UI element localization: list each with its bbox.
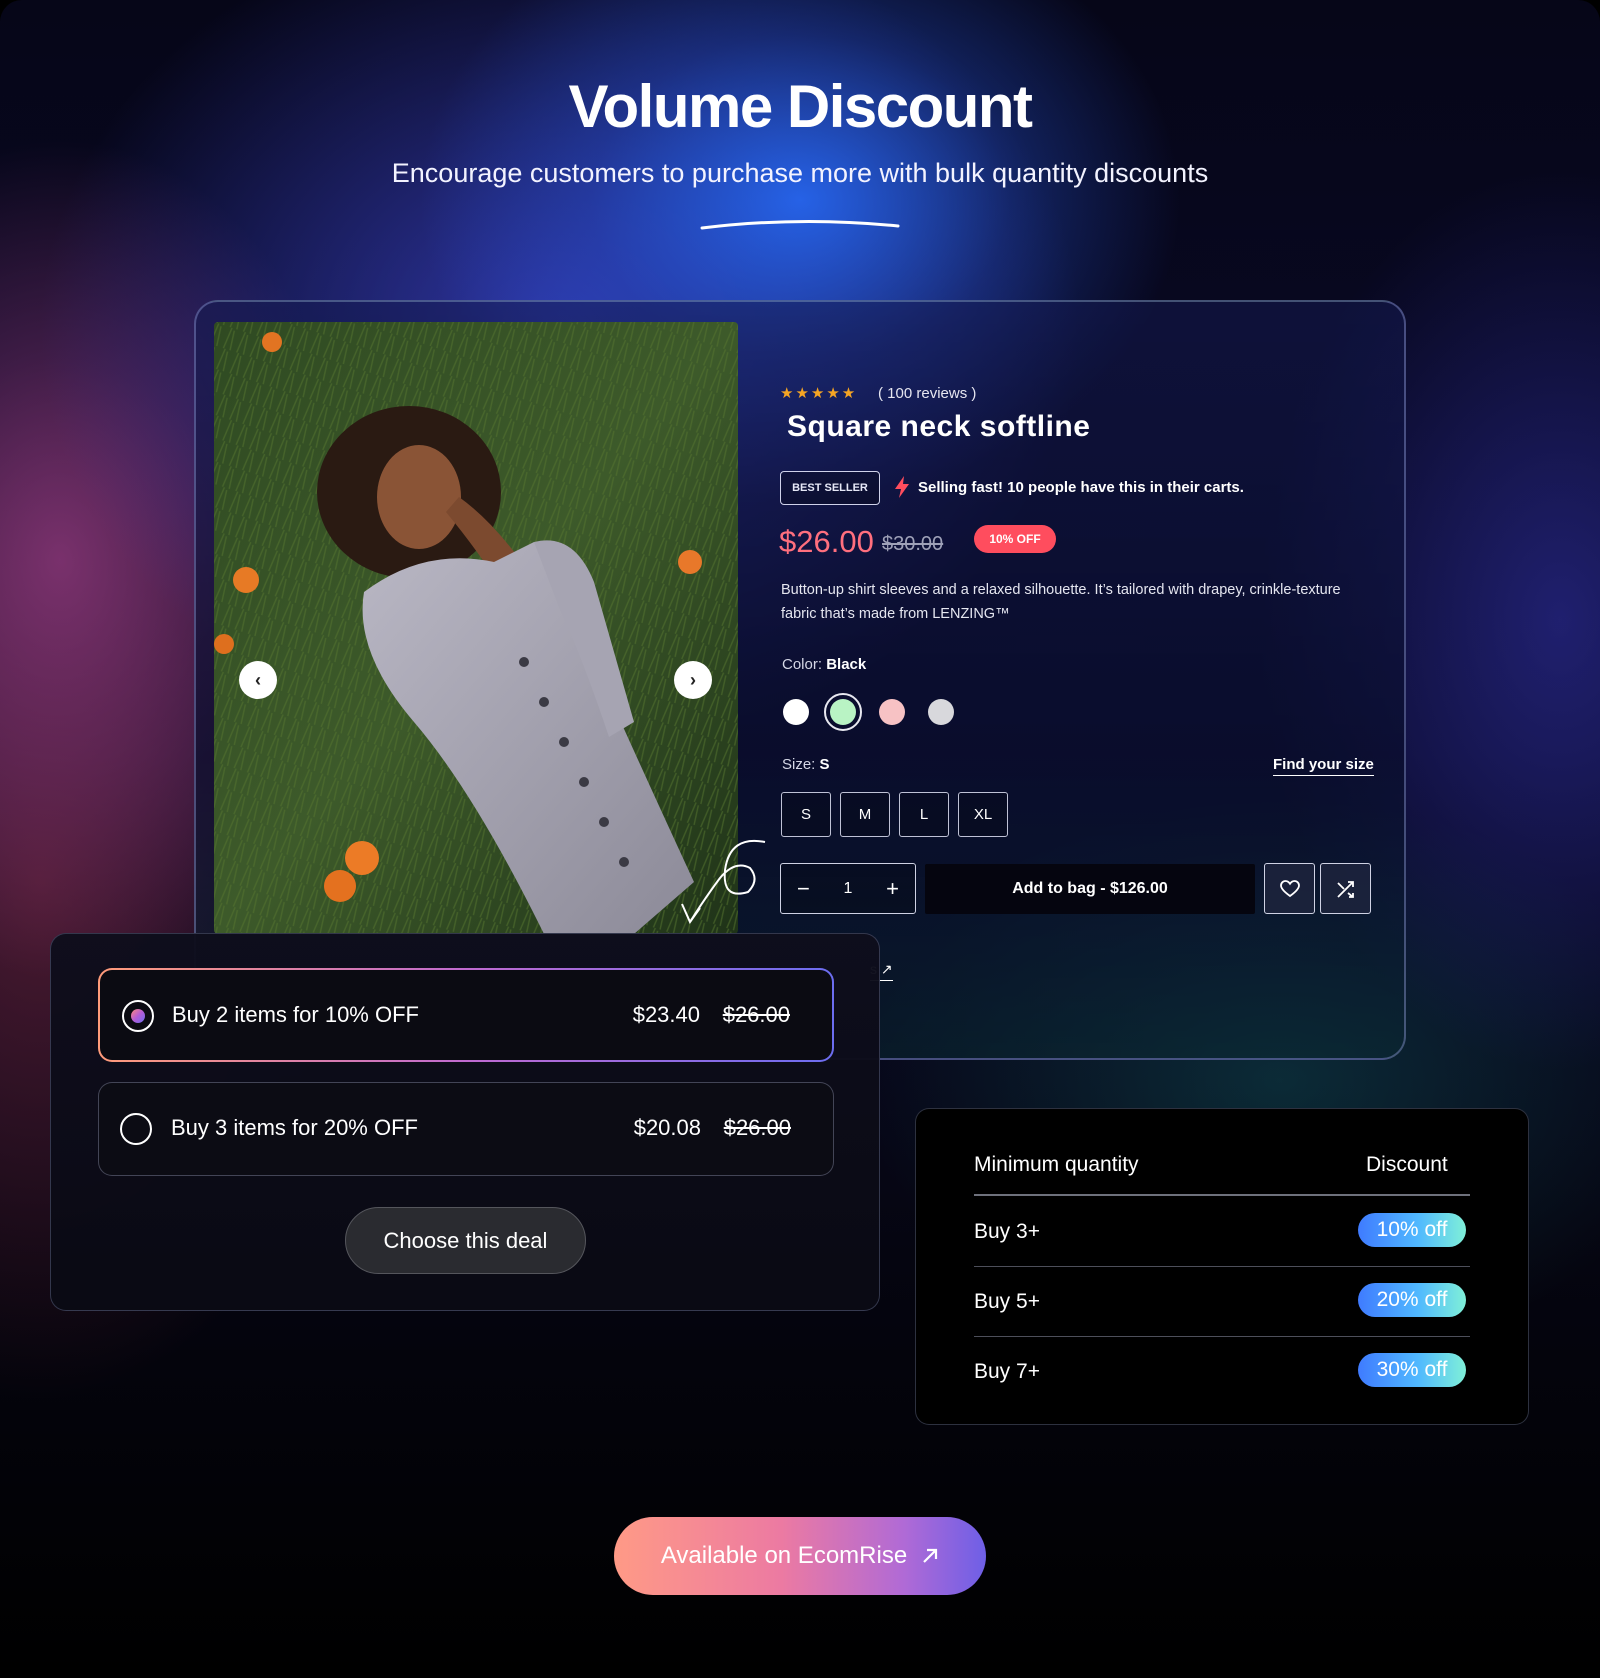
- quantity-value[interactable]: 1: [844, 880, 853, 898]
- lightning-icon: [895, 476, 909, 498]
- quantity-decrease-button[interactable]: −: [797, 876, 810, 902]
- deal-old-price: $26.00: [722, 1002, 790, 1027]
- table-divider: [974, 1336, 1470, 1337]
- table-divider: [974, 1266, 1470, 1267]
- compare-button[interactable]: [1320, 863, 1371, 914]
- product-old-price: $30.00: [882, 533, 944, 555]
- table-row-qty: Buy 5+: [974, 1290, 1040, 1313]
- deal-old-price: $26.00: [723, 1115, 791, 1140]
- title-underline-decoration: [700, 219, 900, 230]
- color-value: Black: [826, 656, 867, 673]
- product-price: $26.00: [779, 524, 874, 559]
- size-option-l[interactable]: L: [899, 792, 949, 837]
- quantity-stepper: − 1 +: [780, 863, 916, 914]
- best-seller-badge: BEST SELLER: [780, 471, 880, 505]
- prev-image-button[interactable]: ‹: [239, 661, 277, 699]
- column-header-quantity: Minimum quantity: [974, 1153, 1139, 1176]
- table-divider: [974, 1194, 1470, 1196]
- discount-pill: 20% off: [1358, 1283, 1466, 1317]
- size-value: S: [819, 756, 830, 773]
- swatch-grey[interactable]: [928, 699, 954, 725]
- shuffle-icon: [1336, 880, 1354, 898]
- arrow-up-right-icon: [923, 1548, 938, 1563]
- choose-deal-button[interactable]: Choose this deal: [345, 1207, 586, 1274]
- table-row-qty: Buy 3+: [974, 1220, 1040, 1243]
- color-label-text: Color:: [782, 656, 823, 673]
- swatch-mint[interactable]: [830, 699, 856, 725]
- table-row-qty: Buy 7+: [974, 1360, 1040, 1383]
- deal-option-2[interactable]: Buy 3 items for 20% OFF $20.08 $26.00: [98, 1082, 834, 1176]
- size-option-m[interactable]: M: [840, 792, 890, 837]
- wishlist-button[interactable]: [1264, 863, 1315, 914]
- discount-badge: 10% OFF: [974, 525, 1056, 553]
- radio-selected[interactable]: [122, 1000, 154, 1032]
- swatch-pink[interactable]: [879, 699, 905, 725]
- product-description: Button-up shirt sleeves and a relaxed si…: [781, 582, 1341, 622]
- radio-dot: [131, 1009, 145, 1023]
- deal-option-1[interactable]: Buy 2 items for 10% OFF $23.40 $26.00: [98, 968, 834, 1062]
- deal-label: Buy 3 items for 20% OFF: [171, 1115, 418, 1140]
- page-title: Volume Discount: [568, 73, 1033, 140]
- column-header-discount: Discount: [1366, 1153, 1448, 1176]
- product-title: Square neck softline: [787, 410, 1091, 443]
- deal-price: $23.40: [632, 1002, 700, 1027]
- deal-label: Buy 2 items for 10% OFF: [172, 1002, 419, 1027]
- discount-pill: 30% off: [1358, 1353, 1466, 1387]
- find-your-size-link[interactable]: Find your size: [1273, 756, 1374, 776]
- size-label-text: Size:: [782, 756, 816, 773]
- cta-label: Available on EcomRise: [660, 1542, 908, 1569]
- radio-unselected[interactable]: [120, 1113, 152, 1145]
- arrow-up-right-icon: ↗: [880, 961, 893, 977]
- scribble-arrow-decoration: [681, 839, 766, 925]
- available-on-ecomrise-button[interactable]: Available on EcomRise: [614, 1517, 986, 1595]
- quantity-increase-button[interactable]: +: [886, 876, 899, 902]
- deal-price: $20.08: [633, 1115, 701, 1140]
- add-to-bag-button[interactable]: Add to bag - $126.00: [925, 864, 1255, 914]
- next-image-button[interactable]: ›: [674, 661, 712, 699]
- selling-fast-text: Selling fast! 10 people have this in the…: [918, 479, 1244, 496]
- color-label: Color: Black: [782, 656, 866, 673]
- swatch-white[interactable]: [783, 699, 809, 725]
- review-count[interactable]: ( 100 reviews ): [878, 385, 976, 402]
- page-subtitle: Encourage customers to purchase more wit…: [391, 158, 1209, 188]
- heart-icon: [1279, 879, 1300, 897]
- size-label: Size: S: [782, 756, 830, 773]
- discount-pill: 10% off: [1358, 1213, 1466, 1247]
- size-option-xl[interactable]: XL: [958, 792, 1008, 837]
- size-option-s[interactable]: S: [781, 792, 831, 837]
- rating-stars: ★★★★★: [780, 385, 858, 402]
